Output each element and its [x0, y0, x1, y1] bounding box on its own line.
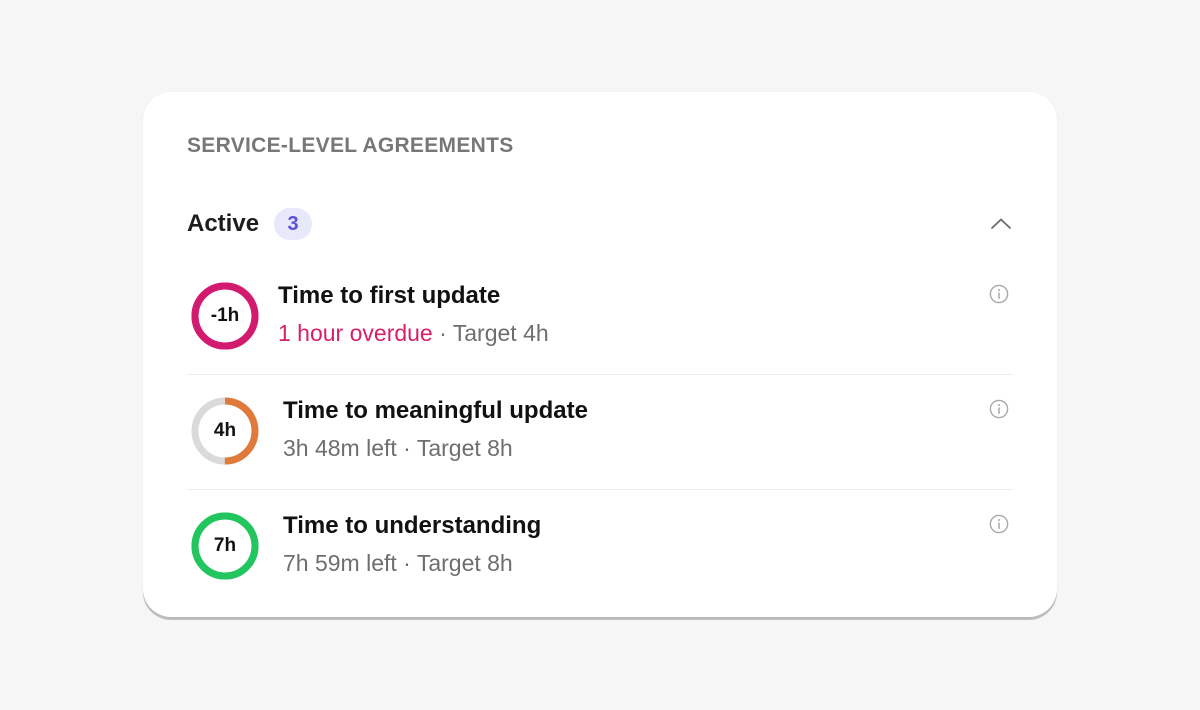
sla-list: -1h Time to first update 1 hour overdue …: [187, 260, 1013, 605]
info-icon[interactable]: [988, 283, 1010, 305]
sla-subtitle: 1 hour overdue · Target 4h: [278, 318, 549, 348]
sla-status: 1 hour overdue: [278, 320, 433, 346]
chevron-up-icon[interactable]: [989, 212, 1013, 236]
sla-card: SERVICE-LEVEL AGREEMENTS Active 3 -1h Ti…: [143, 92, 1057, 617]
sla-title: Time to meaningful update: [283, 397, 588, 424]
sla-title: Time to first update: [278, 282, 501, 309]
separator: ·: [432, 320, 453, 346]
count-badge: 3: [274, 208, 312, 240]
ring-label: 7h: [213, 535, 237, 556]
active-section-header[interactable]: Active 3: [187, 207, 1013, 241]
separator: ·: [396, 550, 417, 576]
separator: ·: [396, 435, 417, 461]
sla-subtitle: 3h 48m left · Target 8h: [283, 433, 513, 463]
ring-label: -1h: [210, 305, 240, 326]
sla-target: Target 4h: [452, 320, 549, 346]
card-title: SERVICE-LEVEL AGREEMENTS: [187, 134, 514, 157]
sla-row-meaningful-update: 4h Time to meaningful update 3h 48m left…: [187, 375, 1013, 490]
progress-ring: 7h: [190, 511, 260, 581]
sla-target: Target 8h: [416, 435, 513, 461]
progress-ring: -1h: [190, 281, 260, 351]
info-icon[interactable]: [988, 398, 1010, 420]
sla-row-understanding: 7h Time to understanding 7h 59m left · T…: [187, 490, 1013, 605]
sla-subtitle: 7h 59m left · Target 8h: [283, 548, 513, 578]
ring-label: 4h: [213, 420, 237, 441]
sla-row-first-update: -1h Time to first update 1 hour overdue …: [187, 260, 1013, 375]
sla-status: 7h 59m left: [283, 550, 397, 576]
info-icon[interactable]: [988, 513, 1010, 535]
section-label: Active: [187, 210, 260, 237]
sla-status: 3h 48m left: [283, 435, 397, 461]
sla-title: Time to understanding: [283, 512, 542, 539]
sla-target: Target 8h: [416, 550, 513, 576]
progress-ring: 4h: [190, 396, 260, 466]
